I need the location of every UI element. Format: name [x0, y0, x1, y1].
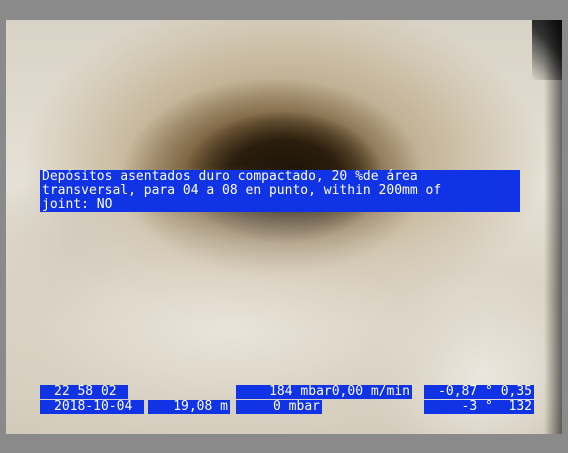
- observation-line-1: Depósitos asentados duro compactado, 20 …: [42, 169, 418, 184]
- date-readout: 2018-10-04: [40, 400, 144, 414]
- rotation-readout: -3 ° 132: [424, 400, 534, 414]
- distance-readout: 19,08 m: [148, 400, 230, 414]
- observation-caption: Depósitos asentados duro compactado, 20 …: [40, 170, 520, 212]
- lens-vignette: [544, 20, 562, 434]
- pressure-readout: 0 mbar: [236, 400, 322, 414]
- time-readout: 22 58 02: [40, 385, 128, 399]
- observation-line-2: transversal, para 04 a 08 en punto, with…: [42, 183, 442, 198]
- observation-line-3: joint: NO: [42, 197, 113, 212]
- screen-frame: Depósitos asentados duro compactado, 20 …: [0, 0, 568, 453]
- pipe-camera-view: [6, 20, 562, 434]
- inclination-readout: -0,87 ° 0,35: [424, 385, 534, 399]
- pressure-speed-readout: 184 mbar0,00 m/min: [236, 385, 412, 399]
- bottom-frame-bar: [0, 434, 568, 453]
